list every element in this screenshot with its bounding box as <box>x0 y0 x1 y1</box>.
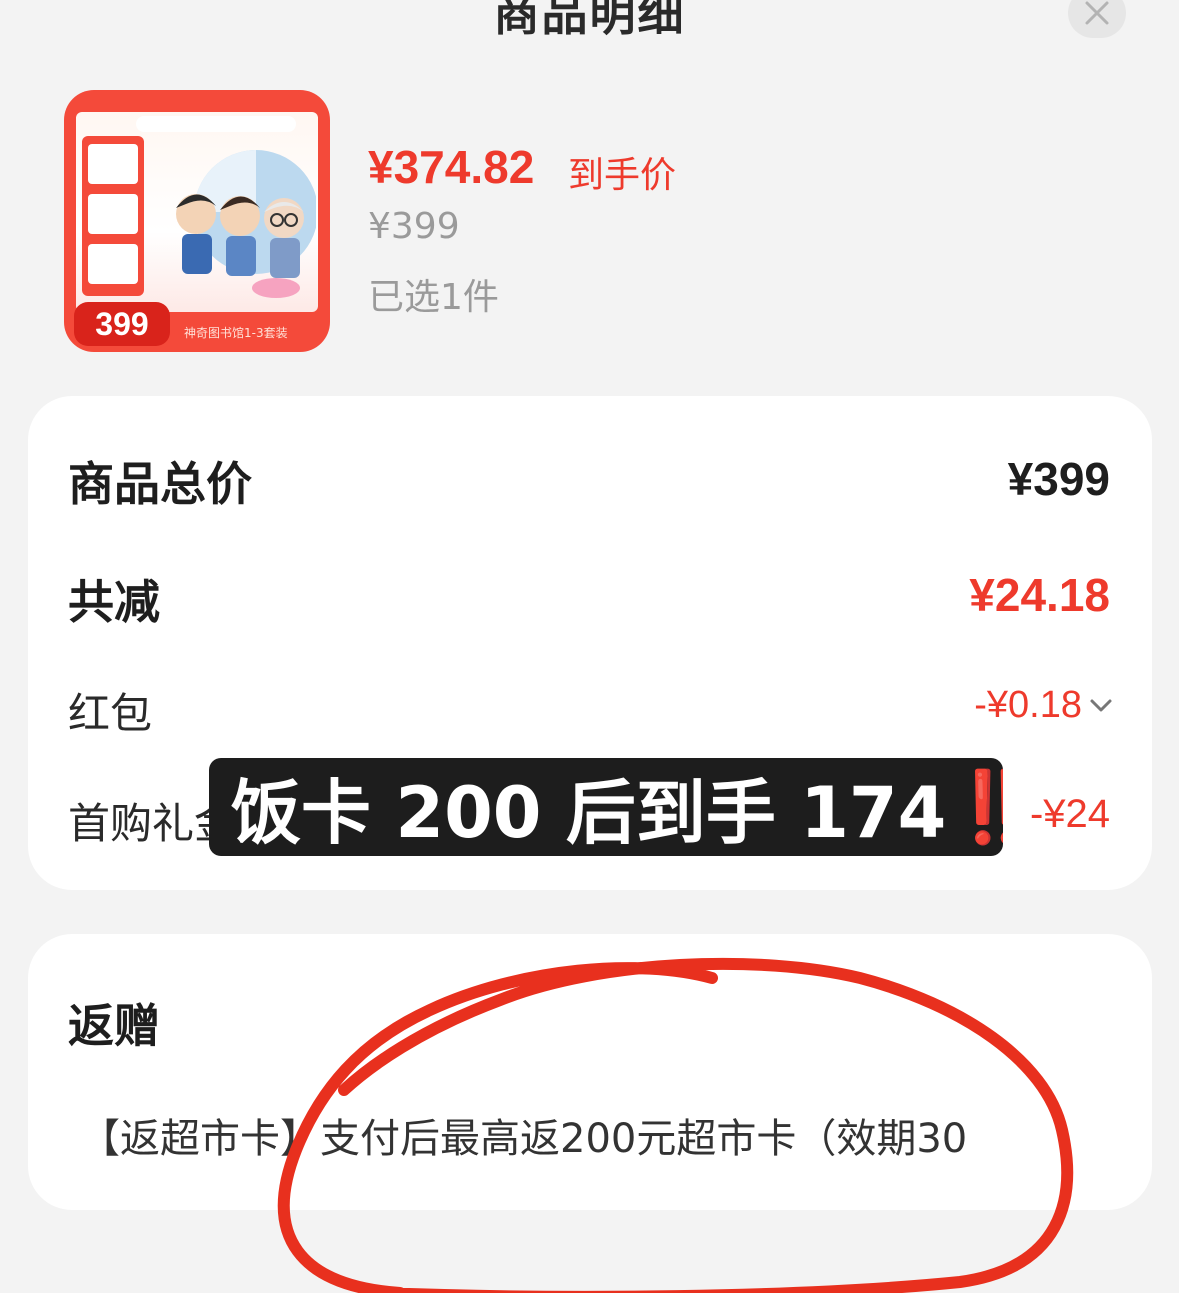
overlay-caption: 饭卡 200 后到手 174 ‼️ <box>209 758 1003 856</box>
total-discount-value: ¥24.18 <box>969 569 1110 621</box>
selected-quantity: 已选1件 <box>368 277 499 318</box>
first-purchase-gift-value: -¥24 <box>1029 792 1110 836</box>
thumbnail-price-badge: 399 <box>74 302 170 346</box>
sheet-title: 商品明细 <box>493 0 686 41</box>
thumbnail-book <box>88 244 138 284</box>
deal-price-label: 到手价 <box>568 155 677 196</box>
red-packet-value[interactable]: -¥0.18 <box>974 684 1082 727</box>
thumbnail-characters-illustration <box>176 150 316 298</box>
product-detail-sheet: 商品明细 399 神奇图书馆1-3套装 ¥374.82 到手价 ¥399 已选1… <box>0 0 1179 1293</box>
double-exclamation-icon: ‼️ <box>952 766 1003 849</box>
chevron-down-icon[interactable] <box>1086 690 1116 720</box>
thumbnail-footer-text: 神奇图书馆1-3套装 <box>184 326 288 340</box>
overlay-caption-text: 饭卡 200 后到手 174 <box>231 771 947 854</box>
thumbnail-banner <box>136 116 296 132</box>
thumbnail-book <box>88 194 138 234</box>
total-price-label: 商品总价 <box>68 457 252 511</box>
original-price: ¥399 <box>368 206 460 247</box>
rebate-gift-card: 返赠 【返超市卡】支付后最高返200元超市卡（效期30 <box>28 934 1152 1210</box>
deal-price: ¥374.82 <box>368 141 535 193</box>
rebate-gift-title: 返赠 <box>68 999 160 1053</box>
product-thumbnail[interactable]: 399 神奇图书馆1-3套装 <box>64 90 330 352</box>
thumbnail-book-list <box>82 136 144 296</box>
close-icon <box>1085 1 1109 25</box>
thumbnail-image <box>76 112 318 312</box>
total-discount-label: 共减 <box>68 575 160 629</box>
red-packet-label: 红包 <box>68 689 153 738</box>
total-price-value: ¥399 <box>1007 453 1110 505</box>
thumbnail-book <box>88 144 138 184</box>
rebate-gift-description: 【返超市卡】支付后最高返200元超市卡（效期30 <box>80 1116 968 1162</box>
